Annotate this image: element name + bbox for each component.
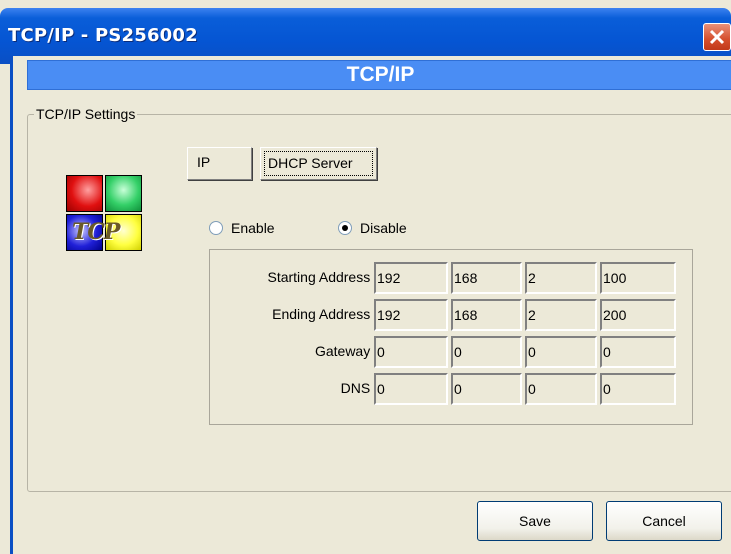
octet-field[interactable]: 0: [451, 373, 522, 405]
octet-field[interactable]: 168: [451, 299, 522, 331]
window-title: TCP/IP - PS256002: [8, 25, 198, 46]
row-label: Starting Address :: [267, 269, 378, 285]
octet-field[interactable]: 0: [525, 373, 597, 405]
octet-field[interactable]: 0: [451, 336, 522, 368]
close-icon: [709, 29, 725, 45]
octet-field[interactable]: 0: [374, 336, 448, 368]
logo-red-square: [66, 175, 103, 212]
octet-field[interactable]: 0: [600, 373, 676, 405]
row-label: Gateway :: [314, 343, 378, 359]
tcpip-window: TCP/IP - PS256002 TCP/IP TCP/IP Settings…: [0, 0, 731, 554]
octet-field[interactable]: 192: [374, 299, 448, 331]
row-label: DNS :: [340, 380, 378, 396]
tab-dhcp-label: DHCP Server: [268, 155, 353, 171]
cancel-button[interactable]: Cancel: [606, 501, 722, 541]
logo-green-square: [105, 175, 142, 212]
octet-field[interactable]: 2: [525, 262, 597, 294]
octet-field[interactable]: 0: [600, 336, 676, 368]
octet-field[interactable]: 100: [600, 262, 676, 294]
dhcp-address-box: Starting Address :192 168 2 100 Ending Addre…: [209, 249, 693, 425]
tab-ip-label: IP: [197, 154, 211, 170]
group-label: TCP/IP Settings: [34, 106, 138, 122]
octet-field[interactable]: 2: [525, 299, 597, 331]
row-label: Ending Address :: [272, 306, 378, 322]
dialog-content: TCP/IP TCP/IP Settings TCP IP DHCP Serve…: [10, 56, 731, 554]
tab-dhcp-server[interactable]: DHCP Server: [260, 147, 377, 180]
octet-field[interactable]: 168: [451, 262, 522, 294]
logo-text: TCP: [72, 219, 120, 245]
octet-field[interactable]: 200: [600, 299, 676, 331]
disable-radio-circle[interactable]: [338, 221, 352, 235]
octet-field[interactable]: 192: [374, 262, 448, 294]
octet-field[interactable]: 0: [525, 336, 597, 368]
save-button[interactable]: Save: [477, 501, 593, 541]
tcpip-settings-group: TCP/IP Settings TCP IP DHCP Server Enabl…: [27, 106, 731, 492]
page-banner: TCP/IP: [27, 60, 731, 90]
enable-radio-circle[interactable]: [209, 221, 223, 235]
enable-label: Enable: [231, 220, 275, 236]
octet-field[interactable]: 0: [374, 373, 448, 405]
tab-ip[interactable]: IP: [187, 147, 252, 180]
disable-label: Disable: [360, 220, 407, 236]
close-button[interactable]: [703, 23, 731, 51]
tcpip-logo-icon: TCP: [66, 175, 146, 255]
